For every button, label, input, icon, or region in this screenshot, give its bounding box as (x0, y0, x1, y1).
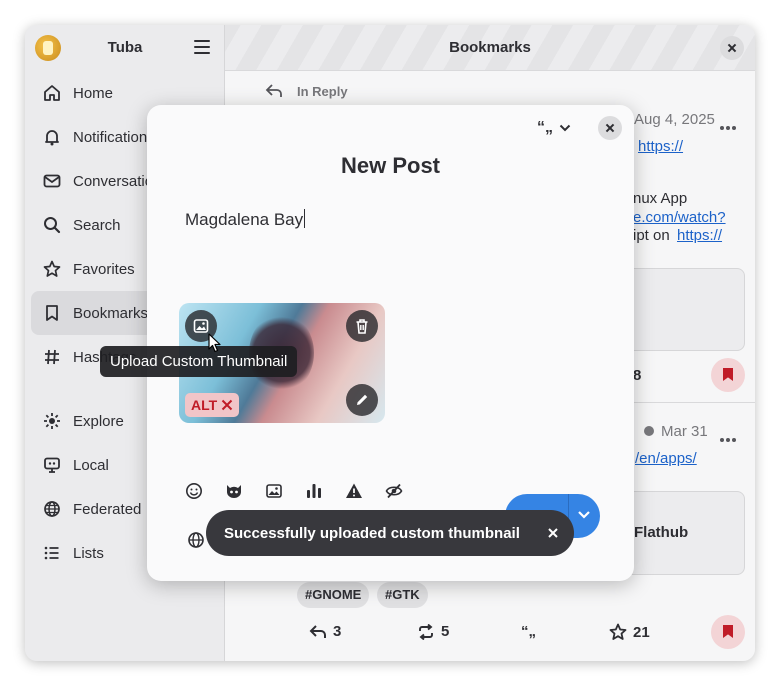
list-icon (44, 546, 59, 560)
mail-icon (43, 174, 61, 188)
close-icon (221, 399, 233, 411)
edit-attachment-button[interactable] (346, 384, 378, 416)
dialog-close-button[interactable] (598, 116, 622, 140)
reply-arrow-icon (265, 84, 282, 97)
sidebar-item-label: Bookmarks (73, 304, 149, 322)
trash-icon (356, 319, 368, 334)
post-link[interactable]: https:// (677, 227, 722, 244)
post-text-input[interactable]: Magdalena Bay (185, 209, 306, 230)
favorite-count: 21 (633, 623, 650, 641)
sensitive-media-icon[interactable] (385, 482, 403, 500)
reblog-button[interactable]: 5 (417, 623, 449, 640)
post-link[interactable]: https:// (638, 138, 683, 155)
in-reply-label: In Reply (297, 84, 348, 99)
bookmark-icon (46, 305, 58, 321)
post-link[interactable]: /en/apps/ (635, 450, 697, 467)
search-icon (44, 217, 61, 234)
composer-toolbar (185, 482, 403, 500)
hashtag-icon (45, 349, 59, 365)
quote-policy-dropdown[interactable]: “„ (537, 119, 571, 137)
post-text: ipt on (633, 227, 670, 244)
bookmark-button[interactable] (711, 615, 745, 649)
bookmark-button[interactable] (711, 358, 745, 392)
post-date: Aug 4, 2025 (634, 111, 715, 128)
tooltip: Upload Custom Thumbnail (100, 346, 298, 377)
pencil-icon (357, 394, 368, 405)
reply-button[interactable]: 3 (309, 623, 341, 640)
explore-icon (44, 413, 60, 429)
star-icon (609, 623, 627, 640)
window-close-button[interactable] (720, 36, 744, 60)
image-icon (193, 319, 209, 333)
sidebar-item-label: Notifications (73, 128, 155, 146)
close-icon[interactable] (546, 526, 560, 540)
globe-icon (644, 426, 654, 436)
post-text-value: Magdalena Bay (185, 210, 304, 229)
globe-icon (44, 501, 60, 517)
post-date: Mar 31 (661, 423, 708, 440)
sidebar-item-label: Home (73, 84, 114, 102)
link-preview-card[interactable]: Flathub (625, 491, 745, 575)
toast-notification: Successfully uploaded custom thumbnail (206, 510, 574, 556)
dialog-title: New Post (340, 153, 441, 178)
post-menu-icon[interactable] (720, 117, 738, 130)
custom-emoji-icon[interactable] (225, 482, 243, 500)
local-icon (44, 457, 60, 473)
star-icon (43, 260, 61, 277)
main-header: Bookmarks (225, 25, 755, 71)
post-link[interactable]: e.com/watch? (633, 209, 726, 226)
reblog-count: 5 (441, 623, 450, 640)
reply-count: 3 (333, 623, 342, 640)
chevron-down-icon[interactable] (577, 510, 591, 520)
sidebar-header: Tuba (25, 25, 224, 71)
home-icon (44, 85, 60, 101)
hashtag-chip[interactable]: #GTK (377, 582, 428, 608)
link-preview-card[interactable] (625, 268, 745, 351)
quote-button[interactable]: “„ (521, 623, 536, 640)
post-text: nux App (633, 190, 688, 207)
toast-message: Successfully uploaded custom thumbnail (224, 524, 520, 542)
post-menu-icon[interactable] (720, 429, 738, 442)
quote-icon: “„ (537, 119, 553, 136)
alt-text-badge[interactable]: ALT (185, 393, 240, 417)
poll-icon[interactable] (305, 482, 323, 500)
favorite-button[interactable]: 21 (609, 623, 650, 641)
sidebar-item-label: Federated (73, 500, 142, 518)
emoji-icon[interactable] (185, 482, 203, 500)
delete-attachment-button[interactable] (346, 310, 378, 342)
chevron-down-icon (559, 124, 571, 132)
content-warning-icon[interactable] (345, 482, 363, 500)
sidebar-item-label: Search (73, 216, 121, 234)
quote-icon: “„ (521, 623, 536, 640)
page-title: Bookmarks (449, 39, 531, 56)
sidebar-item-label: Local (73, 456, 109, 474)
hashtag-chip[interactable]: #GNOME (297, 582, 370, 608)
reply-icon (309, 624, 326, 638)
sidebar-item-label: Lists (73, 544, 104, 562)
add-media-icon[interactable] (265, 482, 283, 500)
visibility-globe-icon[interactable] (187, 531, 205, 549)
text-caret (304, 209, 306, 228)
card-title: Flathub (634, 524, 689, 541)
app-window: Tuba Home Notifications Conversations Se… (25, 25, 755, 661)
mouse-cursor-icon (208, 333, 221, 353)
reblog-icon (419, 623, 433, 640)
hamburger-menu-icon[interactable] (194, 40, 210, 54)
bell-icon (45, 130, 59, 146)
alt-label: ALT (191, 397, 218, 413)
boost-count: 8 (633, 367, 642, 384)
sidebar-item-label: Favorites (73, 260, 135, 278)
sidebar-item-label: Explore (73, 412, 124, 430)
